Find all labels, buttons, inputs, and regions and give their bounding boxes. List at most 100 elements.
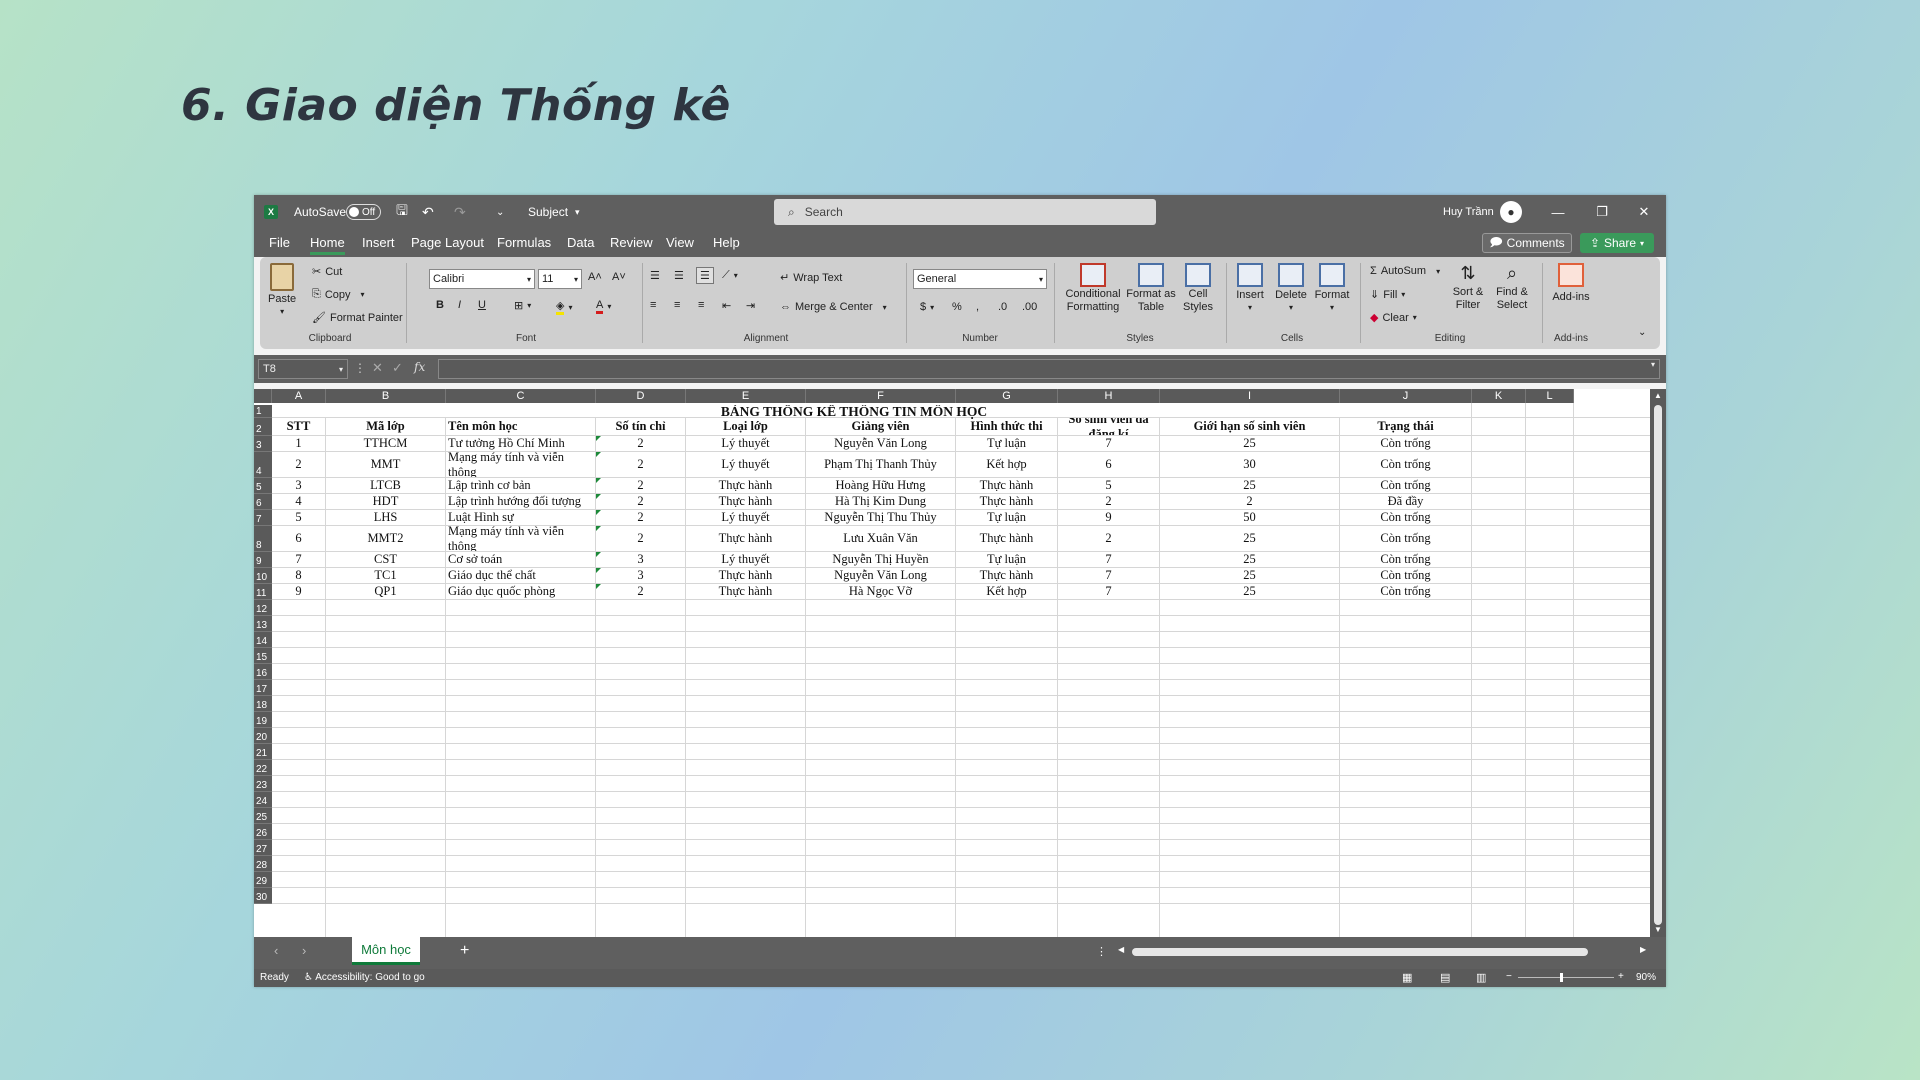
table-cell[interactable]: Giáo dục thể chất	[446, 568, 595, 583]
error-indicator-icon[interactable]	[596, 526, 601, 531]
table-cell[interactable]: Hà Thị Kim Dung	[806, 494, 955, 509]
column-header-c[interactable]: C	[446, 389, 596, 403]
row-header-7[interactable]: 7	[254, 510, 272, 526]
increase-font-size-button[interactable]: A˄	[588, 271, 602, 283]
row-header-30[interactable]: 30	[254, 888, 272, 904]
copy-button[interactable]: ⎘ Copy ▾	[312, 288, 365, 301]
save-icon[interactable]: 🖫	[396, 195, 408, 229]
prev-sheet-icon[interactable]: ‹	[274, 943, 278, 958]
header-cell[interactable]: Mã lớp	[326, 418, 445, 435]
row-header-8[interactable]: 8	[254, 526, 272, 552]
zoom-slider[interactable]	[1518, 977, 1614, 978]
table-cell[interactable]: MMT2	[326, 526, 445, 551]
select-all-corner[interactable]	[254, 389, 272, 403]
error-indicator-icon[interactable]	[596, 452, 601, 457]
table-cell[interactable]: Tự luận	[956, 510, 1057, 525]
table-cell[interactable]: 7	[1058, 436, 1159, 451]
tab-insert[interactable]: Insert	[362, 235, 395, 250]
table-cell[interactable]: Nguyễn Văn Long	[806, 568, 955, 583]
row-header-5[interactable]: 5	[254, 478, 272, 494]
row-header-21[interactable]: 21	[254, 744, 272, 760]
table-cell[interactable]: Thực hành	[956, 494, 1057, 509]
row-header-29[interactable]: 29	[254, 872, 272, 888]
row-header-11[interactable]: 11	[254, 584, 272, 600]
row-header-25[interactable]: 25	[254, 808, 272, 824]
sheet-tab-mon-hoc[interactable]: Môn học	[352, 937, 420, 965]
add-ins-button[interactable]: Add-ins	[1550, 263, 1592, 303]
error-indicator-icon[interactable]	[596, 494, 601, 499]
table-cell[interactable]: 6	[272, 526, 325, 551]
header-cell[interactable]: Loại lớp	[686, 418, 805, 435]
column-header-f[interactable]: F	[806, 389, 956, 403]
table-cell[interactable]: Thực hành	[956, 526, 1057, 551]
table-cell[interactable]: Lập trình hướng đối tượng	[446, 494, 595, 509]
cell-styles-button[interactable]: Cell Styles	[1176, 263, 1220, 314]
header-cell[interactable]: Giới hạn số sinh viên	[1160, 418, 1339, 435]
table-cell[interactable]: 25	[1160, 584, 1339, 599]
row-header-13[interactable]: 13	[254, 616, 272, 632]
row-header-16[interactable]: 16	[254, 664, 272, 680]
header-cell[interactable]: Số sinh viên đã đăng kí	[1058, 418, 1159, 435]
scroll-right-icon[interactable]: ▶	[1640, 945, 1646, 954]
table-cell[interactable]: CST	[326, 552, 445, 567]
clear-button[interactable]: ◆ Clear ▾	[1370, 311, 1417, 325]
decrease-indent-icon[interactable]: ⇤	[722, 299, 731, 312]
table-cell[interactable]: 2	[1058, 494, 1159, 509]
header-cell[interactable]: STT	[272, 418, 325, 435]
table-cell[interactable]: 2	[1058, 526, 1159, 551]
tab-home[interactable]: Home	[310, 235, 345, 255]
header-cell[interactable]: Trạng thái	[1340, 418, 1471, 435]
error-indicator-icon[interactable]	[596, 568, 601, 573]
row-header-20[interactable]: 20	[254, 728, 272, 744]
table-cell[interactable]: MMT	[326, 452, 445, 477]
filename-chevron-icon[interactable]: ▾	[575, 195, 580, 229]
table-cell[interactable]: Nguyễn Thị Thu Thủy	[806, 510, 955, 525]
table-cell[interactable]: 25	[1160, 526, 1339, 551]
table-cell[interactable]: Thực hành	[686, 494, 805, 509]
page-layout-view-icon[interactable]: ▤	[1440, 971, 1450, 984]
row-header-14[interactable]: 14	[254, 632, 272, 648]
format-cells-button[interactable]: Format ▾	[1312, 263, 1352, 312]
row-header-3[interactable]: 3	[254, 436, 272, 452]
table-cell[interactable]: 7	[1058, 584, 1159, 599]
table-cell[interactable]: Lập trình cơ bản	[446, 478, 595, 493]
vertical-scrollbar[interactable]: ▲ ▼	[1650, 389, 1666, 937]
font-color-button[interactable]: A ▾	[596, 299, 611, 314]
error-indicator-icon[interactable]	[596, 436, 601, 441]
table-cell[interactable]: Còn trống	[1340, 584, 1471, 599]
row-header-4[interactable]: 4	[254, 452, 272, 478]
column-header-e[interactable]: E	[686, 389, 806, 403]
table-cell[interactable]: LHS	[326, 510, 445, 525]
tab-view[interactable]: View	[666, 235, 694, 250]
scroll-up-icon[interactable]: ▲	[1654, 391, 1662, 400]
sort-filter-button[interactable]: ⇅ Sort & Filter	[1448, 263, 1488, 312]
insert-cells-button[interactable]: Insert ▾	[1230, 263, 1270, 312]
table-cell[interactable]: 7	[1058, 568, 1159, 583]
accessibility-status[interactable]: ♿ Accessibility: Good to go	[304, 972, 425, 983]
number-format-select[interactable]: General ▾	[913, 269, 1047, 289]
table-cell[interactable]: 25	[1160, 552, 1339, 567]
row-header-24[interactable]: 24	[254, 792, 272, 808]
row-header-26[interactable]: 26	[254, 824, 272, 840]
error-indicator-icon[interactable]	[596, 510, 601, 515]
zoom-out-icon[interactable]: −	[1506, 971, 1512, 982]
search-box[interactable]: ⌕ Search	[774, 199, 1156, 225]
align-top-icon[interactable]: ☰	[650, 269, 660, 282]
table-cell[interactable]: Còn trống	[1340, 510, 1471, 525]
normal-view-icon[interactable]: ▦	[1402, 971, 1412, 984]
bold-button[interactable]: B	[436, 299, 444, 311]
avatar[interactable]: ●	[1500, 195, 1522, 229]
row-header-10[interactable]: 10	[254, 568, 272, 584]
table-cell[interactable]: 3	[596, 568, 685, 583]
table-cell[interactable]: 2	[596, 436, 685, 451]
table-cell[interactable]: 3	[596, 552, 685, 567]
header-cell[interactable]: Hình thức thi	[956, 418, 1057, 435]
insert-function-icon[interactable]: fx	[414, 360, 425, 374]
table-cell[interactable]: 2	[596, 478, 685, 493]
table-cell[interactable]: 4	[272, 494, 325, 509]
align-right-icon[interactable]: ≡	[698, 299, 704, 311]
row-header-22[interactable]: 22	[254, 760, 272, 776]
scroll-down-icon[interactable]: ▼	[1654, 925, 1662, 934]
conditional-formatting-button[interactable]: Conditional Formatting	[1060, 263, 1126, 314]
add-sheet-icon[interactable]: +	[460, 942, 469, 960]
